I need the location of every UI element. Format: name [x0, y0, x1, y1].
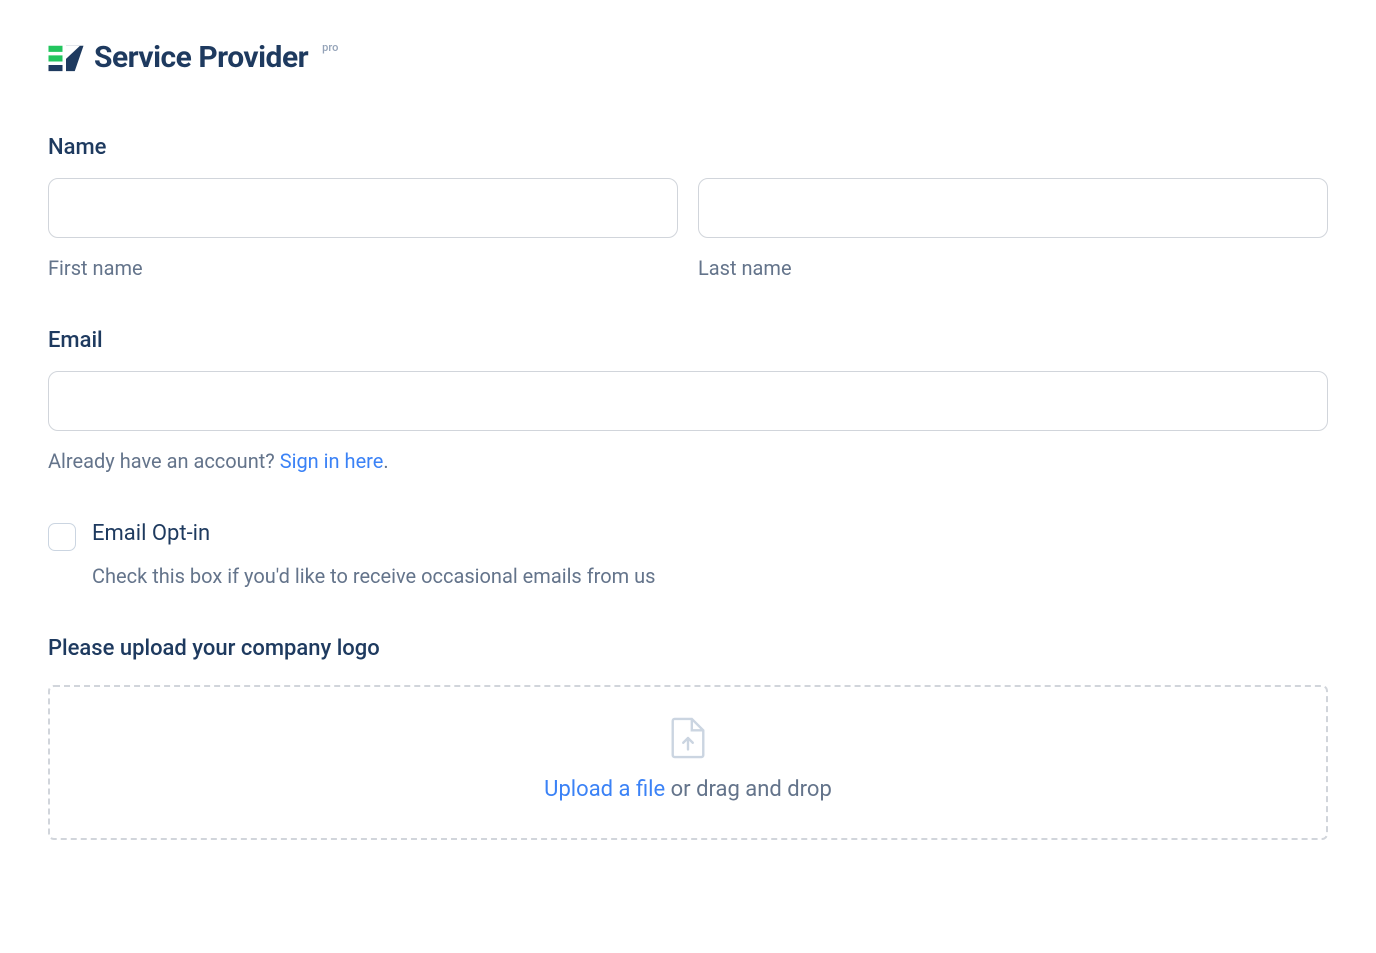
logo-badge: pro — [322, 41, 338, 54]
optin-label: Email Opt-in — [92, 521, 1328, 546]
optin-description: Check this box if you'd like to receive … — [92, 564, 1328, 588]
name-section: Name First name Last name — [48, 135, 1328, 280]
upload-label: Please upload your company logo — [48, 636, 1328, 661]
email-helper: Already have an account? Sign in here. — [48, 449, 1328, 473]
email-helper-prefix: Already have an account? — [48, 449, 280, 473]
sign-in-link[interactable]: Sign in here — [280, 449, 384, 473]
logo-text: Service Provider — [94, 40, 308, 75]
upload-section: Please upload your company logo Upload a… — [48, 636, 1328, 840]
email-label: Email — [48, 328, 1328, 353]
last-name-input[interactable] — [698, 178, 1328, 238]
last-name-sublabel: Last name — [698, 256, 1328, 280]
upload-rest-text: or drag and drop — [665, 777, 832, 802]
logo: Service Provider pro — [48, 40, 1328, 75]
upload-dropzone[interactable]: Upload a file or drag and drop — [48, 685, 1328, 840]
optin-section: Email Opt-in Check this box if you'd lik… — [48, 521, 1328, 588]
upload-link-text: Upload a file — [544, 777, 665, 802]
name-label: Name — [48, 135, 1328, 160]
optin-checkbox[interactable] — [48, 523, 76, 551]
first-name-input[interactable] — [48, 178, 678, 238]
first-name-sublabel: First name — [48, 256, 678, 280]
logo-mark-icon — [48, 44, 84, 72]
email-section: Email Already have an account? Sign in h… — [48, 328, 1328, 473]
upload-text: Upload a file or drag and drop — [70, 777, 1306, 802]
email-helper-suffix: . — [383, 449, 388, 473]
email-input[interactable] — [48, 371, 1328, 431]
upload-file-icon — [669, 717, 707, 759]
